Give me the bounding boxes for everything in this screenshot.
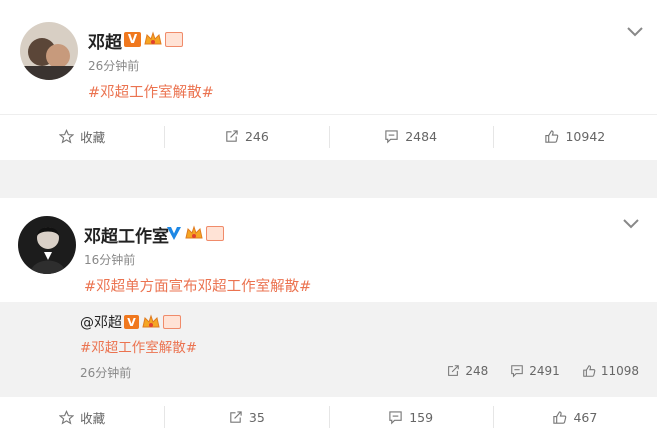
user-badges: V	[124, 31, 183, 47]
comment-button[interactable]: 2484	[328, 115, 493, 158]
vip-icon	[163, 315, 181, 329]
verified-v-icon: V	[124, 315, 139, 329]
favorite-label: 收藏	[80, 410, 106, 426]
star-icon	[59, 409, 75, 424]
reposted-like-stat[interactable]: 11098	[582, 364, 639, 378]
thumbs-up-icon	[553, 410, 567, 424]
reposted-repost-stat[interactable]: 248	[446, 364, 488, 378]
weibo-post: 邓超工作室 16分钟前 #邓超单方面宣布邓超工作室解散# @邓超 V #邓超工作…	[0, 198, 657, 435]
repost-button[interactable]: 35	[164, 395, 328, 435]
comment-count: 159	[409, 409, 434, 425]
action-bar: 收藏 35 159 467	[0, 395, 657, 435]
reposted-author: @邓超	[80, 312, 122, 332]
like-button[interactable]: 467	[492, 395, 657, 435]
share-icon	[230, 410, 242, 423]
avatar[interactable]	[20, 22, 78, 80]
like-button[interactable]: 10942	[492, 115, 657, 158]
favorite-button[interactable]: 收藏	[0, 395, 164, 435]
repost-count: 35	[248, 409, 265, 425]
reposted-author-name[interactable]: @邓超	[80, 315, 122, 331]
avatar[interactable]	[18, 216, 76, 274]
author-name[interactable]: 邓超工作室	[84, 222, 169, 247]
favorite-label: 收藏	[80, 130, 106, 145]
action-bar: 收藏 246 2484 10942	[0, 114, 657, 158]
reposted-comment-stat[interactable]: 2491	[510, 364, 560, 378]
post-time: 16分钟前	[84, 253, 136, 267]
chevron-down-icon[interactable]	[626, 26, 644, 38]
comment-icon	[511, 365, 524, 378]
comment-icon	[385, 130, 398, 144]
comment-count: 2484	[405, 129, 438, 144]
weibo-post: 邓超 V 26分钟前 #邓超工作室解散# 收藏 246 2484 10942	[0, 0, 657, 160]
verified-blue-v-icon	[167, 227, 181, 240]
hashtag-link[interactable]: #邓超工作室解散#	[88, 81, 214, 102]
vip-icon	[165, 31, 183, 47]
vip-icon	[206, 225, 224, 241]
share-icon	[448, 365, 460, 376]
comment-icon	[389, 410, 402, 424]
reposted-user-badges: V	[124, 314, 181, 330]
post-time: 26分钟前	[88, 59, 140, 73]
star-icon	[59, 129, 75, 144]
comment-button[interactable]: 159	[328, 395, 493, 435]
like-count: 467	[573, 409, 598, 425]
repost-count: 246	[244, 129, 269, 144]
reposted-comment-count: 2491	[529, 364, 560, 378]
reposted-repost-count: 248	[465, 364, 489, 378]
thumbs-up-icon	[545, 130, 559, 143]
reposted-time: 26分钟前	[80, 366, 132, 380]
chevron-down-icon[interactable]	[622, 218, 640, 230]
reposted-hashtag-link[interactable]: #邓超工作室解散#	[80, 336, 197, 356]
like-count: 10942	[565, 129, 606, 144]
thumbs-up-icon	[583, 365, 596, 377]
reposted-stats: 248 2491 11098	[446, 364, 639, 378]
crown-icon	[185, 225, 203, 239]
reposted-like-count: 11098	[600, 364, 639, 378]
reposted-content[interactable]: @邓超 V #邓超工作室解散# 26分钟前 248 2491 11098	[0, 302, 657, 397]
post-separator	[0, 160, 657, 198]
crown-icon	[142, 314, 160, 328]
favorite-button[interactable]: 收藏	[0, 115, 164, 158]
author-name[interactable]: 邓超	[88, 28, 122, 53]
share-icon	[226, 130, 238, 142]
user-badges	[166, 225, 224, 241]
verified-v-icon: V	[124, 31, 141, 47]
hashtag-link[interactable]: #邓超单方面宣布邓超工作室解散#	[84, 275, 311, 296]
crown-icon	[144, 31, 162, 45]
repost-button[interactable]: 246	[164, 115, 328, 158]
